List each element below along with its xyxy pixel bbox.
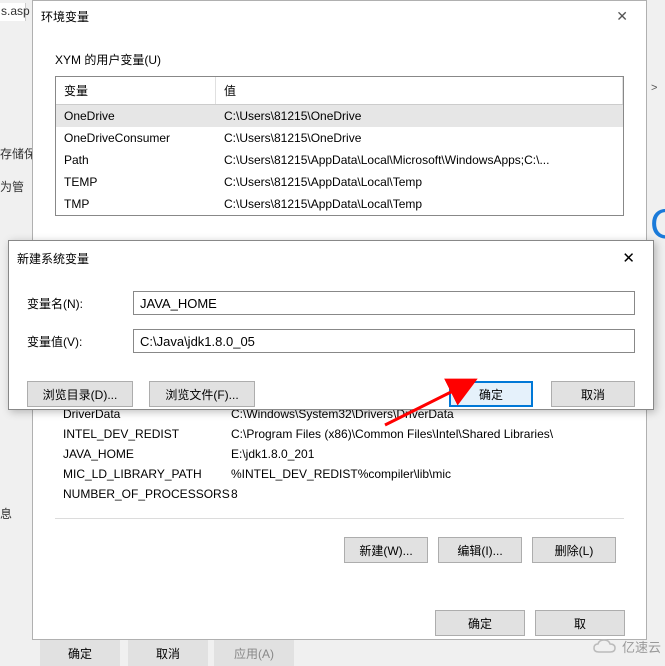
bg-label-weiguan: 为管 bbox=[0, 178, 24, 195]
watermark: 亿速云 bbox=[592, 637, 661, 656]
cell-value: C:\Users\81215\OneDrive bbox=[216, 105, 623, 127]
table-row[interactable]: NUMBER_OF_PROCESSORS 8 bbox=[55, 484, 624, 504]
edit-button[interactable]: 编辑(I)... bbox=[438, 537, 522, 563]
env-dialog-footer: 确定 取 bbox=[32, 610, 647, 636]
cancel-button[interactable]: 取消 bbox=[551, 381, 635, 407]
ok-button[interactable]: 确定 bbox=[435, 610, 525, 636]
dialog-button-row: 浏览目录(D)... 浏览文件(F)... 确定 取消 bbox=[9, 375, 653, 407]
col-value[interactable]: 值 bbox=[216, 77, 623, 104]
delete-button[interactable]: 删除(L) bbox=[532, 537, 616, 563]
table-row[interactable]: OneDriveConsumer C:\Users\81215\OneDrive bbox=[56, 127, 623, 149]
cell-name: Path bbox=[56, 149, 216, 171]
cell-name: TEMP bbox=[56, 171, 216, 193]
table-row[interactable]: Path C:\Users\81215\AppData\Local\Micros… bbox=[56, 149, 623, 171]
new-system-variable-dialog: 新建系统变量 ✕ 变量名(N): 变量值(V): 浏览目录(D)... 浏览文件… bbox=[8, 240, 654, 410]
cell-value: C:\Program Files (x86)\Common Files\Inte… bbox=[231, 427, 616, 441]
user-vars-label: XYM 的用户变量(U) bbox=[55, 51, 624, 68]
col-name[interactable]: 变量 bbox=[56, 77, 216, 104]
cell-name: OneDriveConsumer bbox=[56, 127, 216, 149]
variable-name-row: 变量名(N): bbox=[27, 291, 635, 315]
user-variables-table[interactable]: 变量 值 OneDrive C:\Users\81215\OneDrive On… bbox=[55, 76, 624, 216]
dialog-titlebar: 环境变量 ✕ bbox=[33, 1, 646, 31]
bg-label-cunchu: 存储保 bbox=[0, 145, 36, 162]
bg-asp-fragment: s.asp bbox=[0, 3, 26, 21]
cloud-icon bbox=[592, 638, 618, 656]
new-button[interactable]: 新建(W)... bbox=[344, 537, 428, 563]
bg-ok-button[interactable]: 确定 bbox=[40, 640, 120, 666]
variable-value-row: 变量值(V): bbox=[27, 329, 635, 353]
browse-directory-button[interactable]: 浏览目录(D)... bbox=[27, 381, 133, 407]
cancel-button[interactable]: 取 bbox=[535, 610, 625, 636]
variable-name-input[interactable] bbox=[133, 291, 635, 315]
cell-name: NUMBER_OF_PROCESSORS bbox=[63, 487, 231, 501]
cell-value: %INTEL_DEV_REDIST%compiler\lib\mic bbox=[231, 467, 616, 481]
table-row[interactable]: JAVA_HOME E:\jdk1.8.0_201 bbox=[55, 444, 624, 464]
cell-name: JAVA_HOME bbox=[63, 447, 231, 461]
watermark-text: 亿速云 bbox=[622, 637, 661, 656]
ok-button[interactable]: 确定 bbox=[449, 381, 533, 407]
bg-arrow-right: > bbox=[651, 82, 657, 94]
cell-value: C:\Users\81215\AppData\Local\Microsoft\W… bbox=[216, 149, 623, 171]
table-row[interactable]: INTEL_DEV_REDIST C:\Program Files (x86)\… bbox=[55, 424, 624, 444]
system-variables-table[interactable]: DriverData C:\Windows\System32\Drivers\D… bbox=[55, 396, 624, 512]
close-icon[interactable]: ✕ bbox=[612, 247, 645, 269]
divider bbox=[55, 518, 624, 519]
bg-label-xi: 息 bbox=[0, 505, 12, 522]
browse-file-button[interactable]: 浏览文件(F)... bbox=[149, 381, 255, 407]
dialog-title: 环境变量 bbox=[41, 8, 89, 25]
variable-name-label: 变量名(N): bbox=[27, 295, 133, 312]
table-row[interactable]: TMP C:\Users\81215\AppData\Local\Temp bbox=[56, 193, 623, 215]
close-icon[interactable]: ✕ bbox=[606, 4, 638, 29]
cell-name: INTEL_DEV_REDIST bbox=[63, 427, 231, 441]
table-row[interactable]: OneDrive C:\Users\81215\OneDrive bbox=[56, 105, 623, 127]
cell-value: C:\Users\81215\OneDrive bbox=[216, 127, 623, 149]
bg-cancel-button[interactable]: 取消 bbox=[128, 640, 208, 666]
sys-button-row: 新建(W)... 编辑(I)... 删除(L) bbox=[55, 525, 624, 569]
variable-value-input[interactable] bbox=[133, 329, 635, 353]
cell-name: OneDrive bbox=[56, 105, 216, 127]
cell-value: C:\Users\81215\AppData\Local\Temp bbox=[216, 193, 623, 215]
dialog-title: 新建系统变量 bbox=[17, 250, 89, 267]
variable-value-label: 变量值(V): bbox=[27, 333, 133, 350]
table-header: 变量 值 bbox=[56, 77, 623, 105]
cell-name: MIC_LD_LIBRARY_PATH bbox=[63, 467, 231, 481]
table-row[interactable]: MIC_LD_LIBRARY_PATH %INTEL_DEV_REDIST%co… bbox=[55, 464, 624, 484]
bg-apply-button[interactable]: 应用(A) bbox=[214, 640, 294, 666]
cell-value: 8 bbox=[231, 487, 616, 501]
table-row[interactable]: TEMP C:\Users\81215\AppData\Local\Temp bbox=[56, 171, 623, 193]
cell-value: C:\Users\81215\AppData\Local\Temp bbox=[216, 171, 623, 193]
dialog-titlebar: 新建系统变量 ✕ bbox=[9, 241, 653, 275]
cell-value: E:\jdk1.8.0_201 bbox=[231, 447, 616, 461]
cell-name: TMP bbox=[56, 193, 216, 215]
